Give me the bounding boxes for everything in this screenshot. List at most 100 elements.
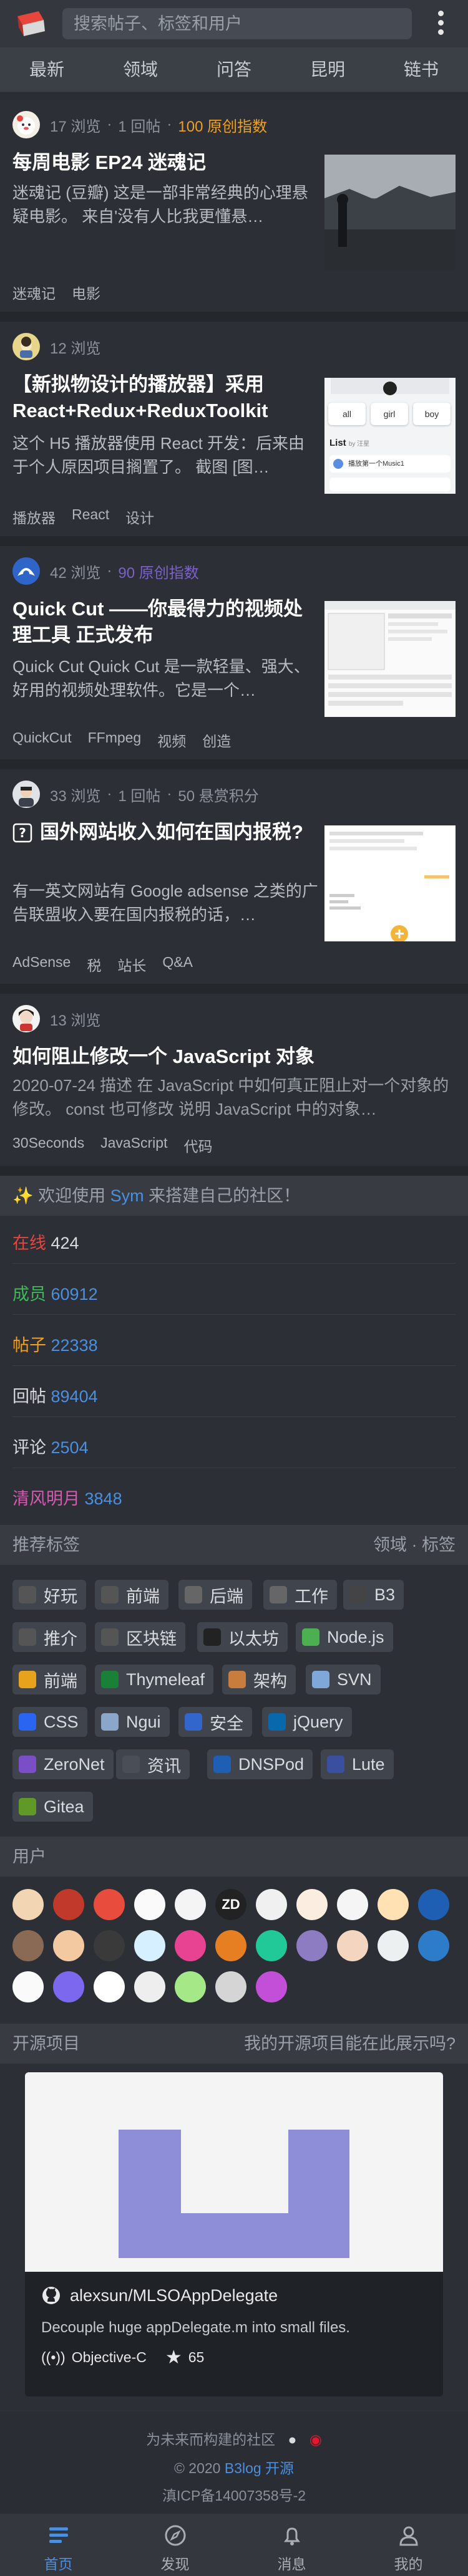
tag-link[interactable]: JavaScript — [100, 1135, 167, 1156]
user-avatar[interactable] — [256, 1889, 287, 1920]
tab-latest[interactable]: 最新 — [0, 47, 94, 92]
tags-link[interactable]: 标签 — [422, 1536, 456, 1554]
tab-linkbook[interactable]: 链书 — [374, 47, 468, 92]
tag-chip[interactable]: 推介 — [12, 1622, 86, 1652]
repo-name[interactable]: alexsun/MLSOAppDelegate — [70, 2286, 278, 2305]
tag-chip[interactable]: DNSPod — [207, 1749, 313, 1779]
tag-link[interactable]: 站长 — [117, 954, 146, 975]
stat-qingfeng[interactable]: 清风明月 3848 — [12, 1485, 122, 1509]
repo-card[interactable]: alexsun/MLSOAppDelegate Decouple huge ap… — [25, 2072, 443, 2396]
user-avatar[interactable] — [378, 1889, 409, 1920]
tag-link[interactable]: 设计 — [125, 506, 154, 527]
nav-profile[interactable]: 我的 — [350, 2514, 467, 2576]
tag-link[interactable]: 播放器 — [12, 506, 56, 527]
user-avatar[interactable] — [378, 1930, 409, 1961]
tag-chip[interactable]: 前端 — [12, 1665, 86, 1694]
article-title[interactable]: 国外网站收入如何在国内报税? — [12, 819, 318, 845]
user-avatar[interactable]: ZD — [215, 1889, 246, 1920]
article-thumbnail[interactable] — [324, 601, 456, 717]
user-avatar[interactable] — [53, 1971, 84, 2002]
user-avatar[interactable] — [215, 1971, 246, 2002]
tab-kunming[interactable]: 昆明 — [281, 47, 374, 92]
tag-chip[interactable]: 资讯 — [116, 1749, 190, 1779]
icp-text[interactable]: 滇ICP备14007358号-2 — [0, 2484, 468, 2505]
nav-messages[interactable]: 消息 — [233, 2514, 350, 2576]
tag-chip[interactable]: 好玩 — [12, 1580, 86, 1610]
user-avatar[interactable] — [175, 1930, 206, 1961]
tag-chip[interactable]: 工作 — [263, 1580, 337, 1610]
user-avatar[interactable] — [296, 1930, 328, 1961]
author-avatar[interactable] — [12, 557, 40, 585]
tag-link[interactable]: 视频 — [157, 729, 186, 751]
user-avatar[interactable] — [175, 1889, 206, 1920]
tag-chip[interactable]: CSS — [12, 1707, 87, 1737]
author-avatar[interactable] — [12, 333, 40, 360]
tag-chip[interactable]: 前端 — [95, 1580, 168, 1610]
user-avatar[interactable] — [94, 1930, 125, 1961]
tag-link[interactable]: 代码 — [183, 1135, 212, 1156]
user-avatar[interactable] — [134, 1930, 165, 1961]
user-avatar[interactable] — [12, 1930, 44, 1961]
user-avatar[interactable] — [256, 1971, 287, 2002]
article-card[interactable]: 33 浏览 · 1 回帖 · 50 悬赏积分 ? 国外网站收入如何在国内报税? … — [0, 769, 468, 994]
tag-chip[interactable]: jQuery — [262, 1707, 352, 1737]
search-input[interactable]: 搜索帖子、标签和用户 — [62, 8, 412, 39]
tag-chip[interactable]: Node.js — [296, 1622, 393, 1652]
stat-replies[interactable]: 回帖 89404 — [12, 1383, 98, 1407]
article-card[interactable]: 17 浏览 · 1 回帖 · 100 原创指数 每周电影 EP24 迷魂记 迷魂… — [0, 100, 468, 322]
sym-logo[interactable] — [14, 6, 49, 41]
tag-link[interactable]: 税 — [87, 954, 101, 975]
more-menu-icon[interactable] — [434, 9, 447, 40]
tag-chip[interactable]: ZeroNet — [12, 1749, 114, 1779]
tag-chip[interactable]: 以太坊 — [197, 1622, 288, 1652]
tag-chip[interactable]: Thymeleaf — [95, 1665, 214, 1694]
domains-link[interactable]: 领域 — [373, 1536, 407, 1554]
article-title[interactable]: 【新拟物设计的播放器】采用React+Redux+ReduxToolkit — [12, 372, 318, 424]
user-avatar[interactable] — [94, 1971, 125, 2002]
tag-chip[interactable]: SVN — [306, 1665, 381, 1694]
article-thumbnail[interactable] — [324, 825, 456, 941]
article-thumbnail[interactable] — [324, 155, 456, 271]
tag-chip[interactable]: Gitea — [12, 1792, 93, 1822]
nav-home[interactable]: 首页 — [0, 2514, 117, 2576]
tag-link[interactable]: 30Seconds — [12, 1135, 84, 1156]
tag-chip[interactable]: B3 — [343, 1580, 404, 1610]
tag-chip[interactable]: 区块链 — [95, 1622, 185, 1652]
tag-link[interactable]: 迷魂记 — [12, 282, 56, 303]
tab-domains[interactable]: 领域 — [94, 47, 187, 92]
tag-link[interactable]: 创造 — [202, 729, 231, 751]
article-card[interactable]: 12 浏览 【新拟物设计的播放器】采用React+Redux+ReduxTool… — [0, 322, 468, 546]
sym-link[interactable]: Sym — [110, 1186, 144, 1205]
user-avatar[interactable] — [12, 1971, 44, 2002]
user-avatar[interactable] — [418, 1889, 449, 1920]
article-title[interactable]: Quick Cut ——你最得力的视频处理工具 正式发布 — [12, 596, 318, 648]
tag-link[interactable]: QuickCut — [12, 729, 72, 751]
author-avatar[interactable] — [12, 1005, 40, 1032]
tag-chip[interactable]: 后端 — [178, 1580, 252, 1610]
user-avatar[interactable] — [296, 1889, 328, 1920]
tag-link[interactable]: AdSense — [12, 954, 71, 975]
tag-link[interactable]: React — [72, 506, 109, 527]
user-avatar[interactable] — [256, 1930, 287, 1961]
stat-members[interactable]: 成员 60912 — [12, 1281, 98, 1305]
tab-qna[interactable]: 问答 — [187, 47, 281, 92]
tag-link[interactable]: 电影 — [72, 282, 100, 303]
user-avatar[interactable] — [12, 1889, 44, 1920]
showcase-link[interactable]: 我的开源项目能在此展示吗? — [244, 2024, 456, 2064]
tag-chip[interactable]: Lute — [321, 1749, 394, 1779]
user-avatar[interactable] — [134, 1971, 165, 2002]
author-avatar[interactable] — [12, 111, 40, 138]
tag-chip[interactable]: 安全 — [178, 1707, 252, 1737]
stat-posts[interactable]: 帖子 22338 — [12, 1332, 98, 1356]
author-avatar[interactable] — [12, 781, 40, 808]
tag-link[interactable]: FFmpeg — [88, 729, 142, 751]
user-avatar[interactable] — [94, 1889, 125, 1920]
article-title[interactable]: 如何阻止修改一个 JavaScript 对象 — [12, 1044, 456, 1070]
user-avatar[interactable] — [337, 1889, 368, 1920]
b3log-link[interactable]: B3log 开源 — [225, 2460, 294, 2476]
article-thumbnail[interactable]: all girl boy List by 汪星 播放第一个Music1 — [324, 378, 456, 494]
user-avatar[interactable] — [215, 1930, 246, 1961]
tag-link[interactable]: Q&A — [162, 954, 193, 975]
user-avatar[interactable] — [175, 1971, 206, 2002]
nav-discover[interactable]: 发现 — [117, 2514, 233, 2576]
